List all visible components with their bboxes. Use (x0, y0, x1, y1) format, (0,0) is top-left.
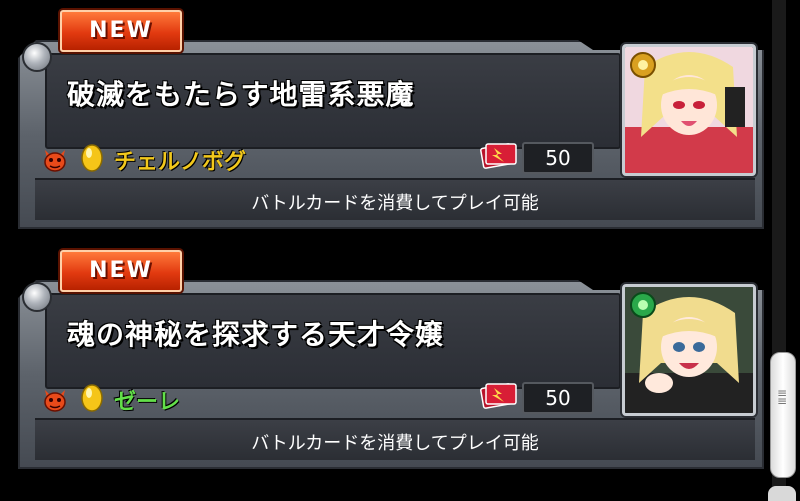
requirement-bar: バトルカードを消費してプレイ可能 (35, 418, 755, 460)
devil-icon (44, 390, 66, 412)
grip-icon: ≡ ≡ (776, 386, 788, 408)
new-badge: NEW (60, 10, 182, 52)
monster-portrait[interactable] (622, 284, 756, 416)
title-panel: 魂の神秘を探求する天才令嬢 (45, 293, 621, 389)
quest-title: 魂の神秘を探求する天才令嬢 (67, 318, 445, 351)
requirement-bar: バトルカードを消費してプレイ可能 (35, 178, 755, 220)
new-badge: NEW (60, 250, 182, 292)
battle-card-cost: 50 (480, 382, 594, 414)
battle-card-cost: 50 (480, 142, 594, 174)
devil-icon (44, 150, 66, 172)
scrollbar-thumb[interactable]: ≡ ≡ (770, 352, 796, 478)
quest-card[interactable]: バトルカードを消費してプレイ可能 破滅をもたらす地雷系悪魔 NEW チェルノボグ… (10, 8, 764, 229)
blonde-girl-portrait (625, 47, 753, 173)
title-panel: 破滅をもたらす地雷系悪魔 (45, 53, 621, 149)
light-egg-icon (81, 384, 103, 412)
requirement-text: バトルカードを消費してプレイ可能 (251, 193, 539, 214)
battle-card-icon (480, 143, 517, 169)
rivet-decoration (22, 42, 52, 72)
cost-value: 50 (522, 142, 594, 174)
monster-name: チェルノボグ (114, 150, 247, 175)
monster-name: ゼーレ (114, 390, 181, 415)
blonde-lady-portrait (625, 287, 753, 413)
rivet-decoration (22, 282, 52, 312)
monster-portrait[interactable] (622, 44, 756, 176)
scroll-end-cap (768, 486, 796, 501)
light-egg-icon (81, 144, 103, 172)
quest-title: 破滅をもたらす地雷系悪魔 (67, 78, 415, 111)
requirement-text: バトルカードを消費してプレイ可能 (251, 433, 539, 454)
cost-value: 50 (522, 382, 594, 414)
quest-card[interactable]: バトルカードを消費してプレイ可能 魂の神秘を探求する天才令嬢 NEW ゼーレ 5… (10, 248, 764, 469)
battle-card-icon (480, 383, 517, 409)
